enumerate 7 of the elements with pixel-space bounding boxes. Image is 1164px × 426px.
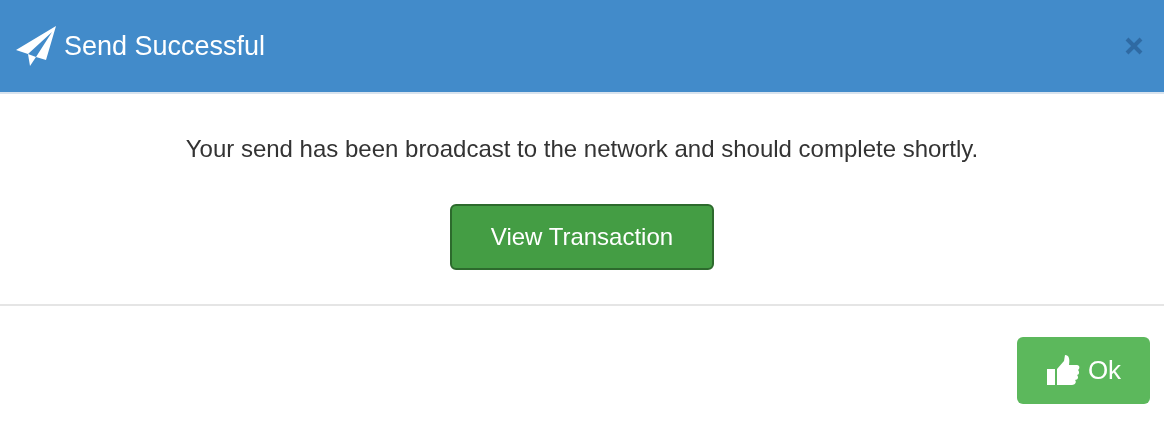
ok-button[interactable]: Ok [1017, 337, 1150, 404]
paper-plane-icon [14, 24, 58, 68]
thumbs-up-icon [1045, 354, 1080, 387]
message-text: Your send has been broadcast to the network and should complete shortly. [185, 134, 979, 164]
dialog-title: Send Successful [64, 29, 266, 63]
view-transaction-button[interactable]: View Transaction [450, 204, 714, 270]
close-icon[interactable] [1124, 36, 1144, 56]
